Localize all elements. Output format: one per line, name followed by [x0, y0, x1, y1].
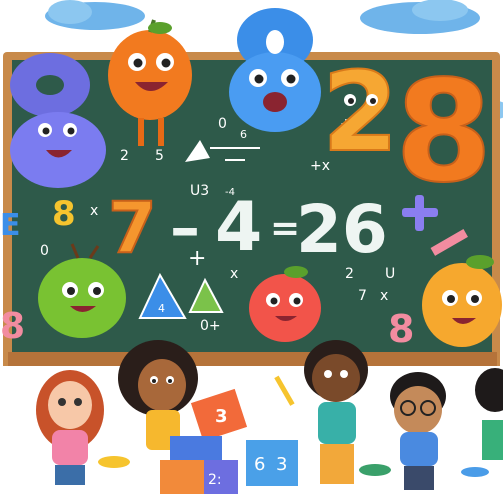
scene-canvas: U3 0 6 2 5 +x x + + x 0+ 2 U 7 x 0 -4 7 …	[0, 0, 503, 498]
svg-text:5: 5	[155, 148, 164, 164]
svg-text:7: 7	[358, 288, 367, 304]
svg-text:3: 3	[276, 454, 287, 475]
equation-minus: –	[170, 193, 200, 263]
svg-text:3: 3	[215, 406, 228, 427]
svg-text:6: 6	[240, 128, 247, 141]
svg-text:2: 2	[322, 48, 399, 176]
svg-text:0: 0	[218, 116, 227, 132]
math-classroom-illustration: U3 0 6 2 5 +x x + + x 0+ 2 U 7 x 0 -4 7 …	[0, 0, 503, 498]
blue-eight-character	[229, 8, 321, 132]
svg-text:8: 8	[395, 51, 492, 214]
svg-text:U: U	[385, 266, 395, 282]
svg-text:2: 2	[345, 266, 354, 282]
equation-b: 4	[215, 188, 262, 267]
pink-eight: 8	[388, 307, 414, 351]
side-letter-left: E	[0, 208, 21, 243]
equation: 7 – 4 = 26	[107, 186, 388, 270]
svg-text:x: x	[380, 288, 388, 304]
svg-text:2:: 2:	[208, 472, 222, 488]
chalk-tray	[8, 352, 497, 366]
svg-text:2: 2	[120, 148, 129, 164]
side-eight-left: 8	[0, 306, 25, 347]
svg-text:6: 6	[254, 454, 265, 475]
svg-text:0: 0	[40, 243, 49, 259]
yellow-eight: 8	[52, 194, 76, 234]
equation-result: 26	[296, 191, 388, 268]
svg-text:x: x	[230, 266, 238, 282]
svg-text:x: x	[90, 203, 98, 219]
svg-text:4: 4	[158, 302, 165, 315]
equation-a: 7	[108, 187, 157, 269]
svg-text:0+: 0+	[200, 318, 221, 334]
